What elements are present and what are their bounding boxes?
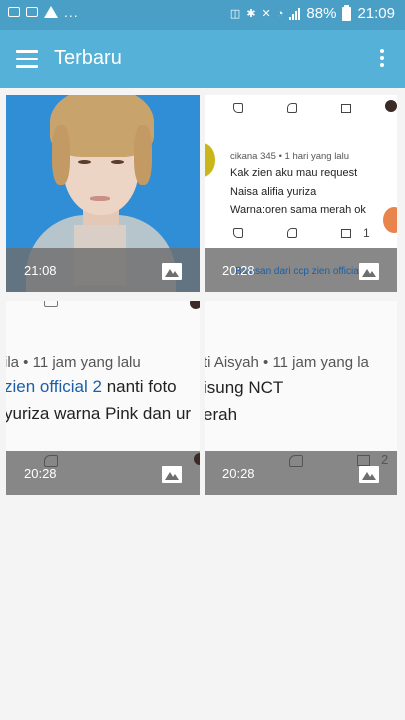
clock: 21:09 <box>357 5 395 22</box>
card-time: 20:28 <box>222 466 255 481</box>
avatar <box>205 143 215 177</box>
thumb-up-icon <box>233 228 243 238</box>
card-time: 20:28 <box>222 263 255 278</box>
image-grid: 21:08 cikana 345 • 1 hari yang lalu Kak … <box>0 88 405 508</box>
comment-text: zien official 2 nanti foto <box>6 377 177 396</box>
avatar <box>194 453 200 465</box>
signal-icon <box>289 7 301 20</box>
more-vert-icon[interactable] <box>379 49 385 70</box>
image-icon <box>359 466 379 483</box>
comment-icon <box>341 103 351 113</box>
grid-item[interactable]: ila • 11 jam yang lalu zien official 2 n… <box>6 301 200 495</box>
battery-percent: 88% <box>306 5 337 22</box>
comment-actions: 1 <box>233 226 370 240</box>
reply-count: 2 <box>381 452 389 467</box>
more-notifications: ... <box>64 4 79 20</box>
comment-meta: ti Aisyah • 11 jam yang la <box>205 354 369 371</box>
thumb-down-icon <box>289 455 303 467</box>
grid-item[interactable]: cikana 345 • 1 hari yang lalu Kak zien a… <box>205 95 397 292</box>
comment-icon <box>357 455 370 466</box>
card-caption-bar: 2 20:28 <box>205 451 397 495</box>
image-icon <box>359 263 379 280</box>
app-bar: Terbaru <box>0 30 405 88</box>
card-caption-bar: Balasan dari ccp zien official 2 20:28 <box>205 248 397 292</box>
bluetooth-icon: ✱ <box>246 8 256 20</box>
card-caption-bar: 20:28 <box>6 451 200 495</box>
reply-link: Balasan dari ccp zien official 2 <box>235 266 370 277</box>
comment-text: erah <box>205 405 238 424</box>
grid-item[interactable]: 21:08 <box>6 95 200 292</box>
image-icon <box>162 466 182 483</box>
grid-item[interactable]: ti Aisyah • 11 jam yang la isung NCT era… <box>205 301 397 495</box>
comment-text: Naisa alifia yuriza <box>230 186 317 198</box>
comment-meta: ila • 11 jam yang lalu <box>6 354 141 371</box>
comment-text: yuriza warna Pink dan ur <box>6 404 192 423</box>
hamburger-icon[interactable] <box>16 50 38 68</box>
avatar <box>190 301 200 309</box>
status-bar: ... ◫ ✱ ✕ ◔ 88% 21:09 <box>0 0 405 30</box>
nfc-icon: ◫ <box>229 8 241 20</box>
warning-icon <box>44 6 58 18</box>
comment-actions <box>233 103 351 113</box>
image-icon <box>162 263 182 280</box>
thumb-down-icon <box>287 228 297 238</box>
comment-text: Kak zien aku mau request <box>230 167 358 179</box>
wifi-icon: ◔ <box>276 7 284 20</box>
comment-icon <box>341 228 351 238</box>
avatar <box>385 100 397 112</box>
card-time: 21:08 <box>24 263 57 278</box>
page-title: Terbaru <box>54 47 122 69</box>
thumb-down-icon <box>44 301 58 307</box>
image-notification-icon <box>26 7 38 17</box>
mention-link[interactable]: zien official 2 <box>6 377 102 396</box>
comment-text: Warna:oren sama merah ok <box>230 204 366 216</box>
comment-text: isung NCT <box>205 378 284 397</box>
thumb-up-icon <box>233 103 243 113</box>
battery-icon <box>342 4 352 21</box>
avatar <box>383 207 397 233</box>
mute-icon: ✕ <box>261 8 271 20</box>
system-indicators: ◫ ✱ ✕ ◔ 88% 21:09 <box>229 4 395 22</box>
card-caption-bar: 21:08 <box>6 248 200 292</box>
notification-icons: ... <box>8 4 79 20</box>
notification-icon <box>8 7 20 17</box>
reply-count: 1 <box>363 226 370 240</box>
comment-meta: cikana 345 • 1 hari yang lalu <box>230 151 349 162</box>
thumb-down-icon <box>287 103 297 113</box>
card-time: 20:28 <box>24 466 57 481</box>
